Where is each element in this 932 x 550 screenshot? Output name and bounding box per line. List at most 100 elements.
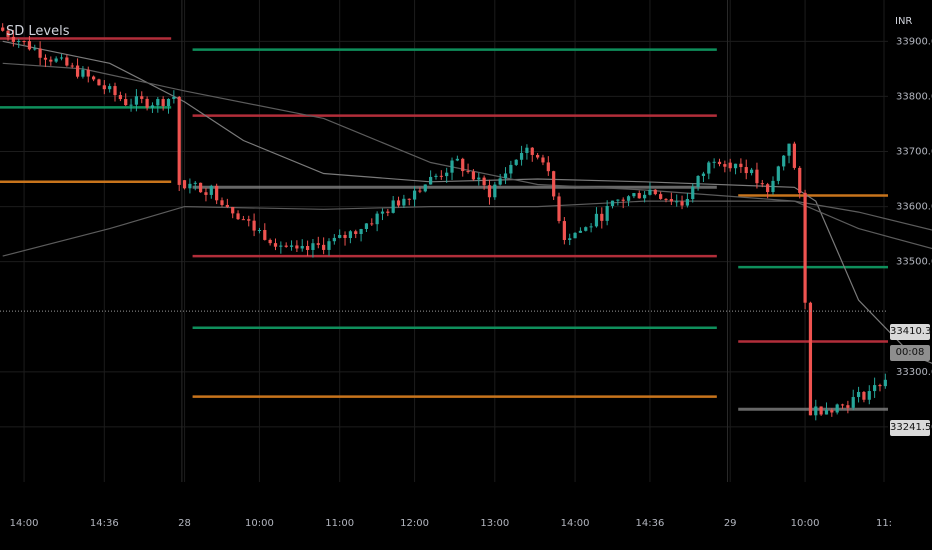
candle-body [487,185,492,198]
candle-body [145,98,149,108]
candle-body [391,200,395,213]
candle-body [364,223,369,230]
candle-body [600,213,604,221]
candle-body [220,200,224,205]
candle-body [59,57,64,59]
price-chart[interactable]: 33200.0033300.0033500.0033600.0033700.00… [0,0,932,550]
candle-body [835,404,839,413]
candle-body [166,98,171,107]
candle-body [814,406,818,416]
candle-body [749,169,754,174]
candle-body [295,245,299,249]
candle-body [407,198,411,200]
candle-body [343,234,347,238]
candle-body [466,171,470,173]
candle-body [412,190,417,200]
candle-body [354,231,358,234]
candle-body [209,185,213,195]
candle-body [215,185,219,201]
candle-body [653,189,657,195]
candle-body [198,182,203,193]
indicator-title[interactable]: SD Levels [6,24,69,39]
time-tick-label: 12:00 [400,518,429,529]
candle-body [782,155,786,167]
candle-body [188,183,192,189]
candle-body [792,143,796,168]
time-axis[interactable]: 14:00 14:36 28 10:00 11:00 12:00 13:00 14:00 14:… [10,518,892,529]
candle-body [669,199,673,202]
candle-body [878,385,882,387]
candle-body [776,166,780,181]
candle-body [38,48,42,58]
candle-body [530,147,534,155]
candle-body [268,239,272,244]
candle-body [359,229,363,234]
candle-body [873,385,877,392]
candle-body [851,397,855,408]
candle-body [536,154,540,158]
price-axis[interactable]: 33200.0033300.0033500.0033600.0033700.00… [896,36,932,433]
time-tick-label: 13:00 [480,518,509,529]
candle-body [808,302,813,416]
candle-body [685,199,690,206]
candle-body [434,175,438,177]
candle-body [519,152,524,160]
candle-body [798,167,802,193]
candle-body [445,172,449,177]
candle-body [370,223,374,225]
candle-body [423,184,427,192]
candle-body [728,162,732,169]
candle-body [867,391,871,400]
candle-body [70,65,74,67]
candle-body [332,237,336,242]
candle-body [744,167,748,174]
time-tick-label: 14:00 [10,518,39,529]
candle-body [546,162,550,172]
time-tick-label: 10:00 [791,518,820,529]
candle-body [755,169,759,184]
candle-body [263,230,267,240]
candle-body [717,161,722,165]
candle-body [862,391,866,400]
candle-body [642,194,647,199]
price-tick-label: 33800.00 [896,91,932,102]
moving-average-line [2,200,932,257]
candle-body [75,65,80,77]
candle-body [675,201,679,203]
chart-container[interactable]: 33200.0033300.0033500.0033600.0033700.00… [0,0,932,550]
candle-body [787,143,791,156]
candle-body [102,85,106,90]
candle-body [509,164,513,174]
price-tick-label: 33500.00 [896,257,932,268]
candle-body [883,379,887,387]
candle-body [691,186,695,200]
candle-body [118,95,122,100]
candle-body [632,193,636,197]
time-tick-label: 11:00 [325,518,354,529]
candle-body [236,213,240,220]
candle-body [578,230,583,233]
candle-body [589,226,593,228]
candle-body [610,200,615,207]
candle-body [124,99,128,106]
candle-body [503,173,508,179]
candle-body [856,391,861,398]
candle-body [150,105,155,108]
price-tick-label: 33900.00 [896,36,932,47]
candle-body [739,163,743,168]
candle-body [498,178,502,185]
candle-body [22,41,26,43]
time-tick-label: 14:36 [636,518,665,529]
candle-body [514,159,518,165]
candle-body [637,193,641,199]
candle-body [43,57,48,60]
candle-body [557,196,561,222]
last-price-badge: 33410.30 [890,324,932,340]
price-tick-label: 33700.00 [896,146,932,157]
candle-body [49,59,53,62]
price-tick-label: 33300.00 [896,367,932,378]
candle-body [311,243,315,250]
candle-body [289,245,294,247]
candle-body [33,48,37,50]
candle-body [525,147,529,153]
